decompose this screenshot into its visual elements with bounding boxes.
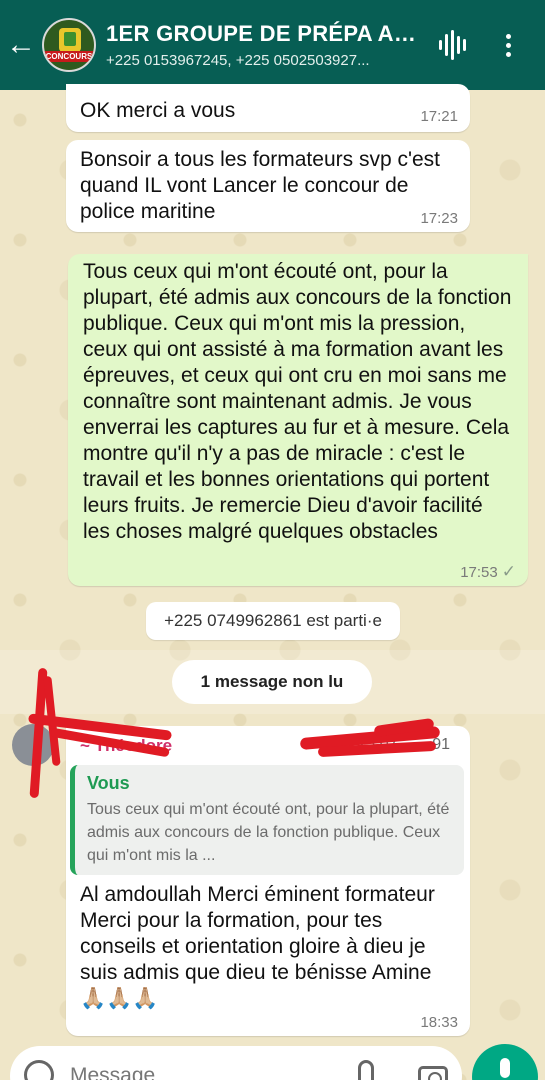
avatar-badge: CONCOURS: [44, 51, 94, 62]
message-input[interactable]: Message: [70, 1064, 155, 1080]
quote-author: Vous: [87, 773, 130, 793]
message-composer[interactable]: Message: [10, 1046, 462, 1080]
camera-icon[interactable]: [418, 1066, 448, 1080]
message-text: Bonsoir a tous les formateurs svp c'est …: [80, 148, 440, 223]
group-name: 1ER GROUPE DE PRÉPA AU...: [106, 21, 424, 46]
emoji-icon[interactable]: [24, 1060, 54, 1080]
quoted-message[interactable]: Vous Tous ceux qui m'ont écouté ont, pou…: [70, 765, 464, 875]
message-time: 17:23: [420, 210, 458, 227]
message-text: Tous ceux qui m'ont écouté ont, pour la …: [83, 260, 512, 543]
avatar-emblem-inner: [64, 32, 76, 46]
message-text: Al amdoullah Merci éminent formateur Mer…: [80, 883, 435, 1010]
message-time: 17:21: [420, 108, 458, 125]
sent-check-icon: ✓: [501, 562, 516, 581]
quote-text: Tous ceux qui m'ont écouté ont, pour la …: [87, 801, 450, 864]
system-notice: +225 0749962861 est parti·e: [146, 602, 400, 640]
message-bubble[interactable]: OK merci a vous 17:21: [66, 84, 470, 132]
outgoing-message-bubble[interactable]: Tous ceux qui m'ont écouté ont, pour la …: [68, 254, 528, 586]
paperclip-icon[interactable]: [358, 1060, 374, 1080]
message-time: 18:33: [420, 1014, 458, 1031]
message-time-value: 17:53: [460, 564, 498, 581]
group-members: +225 0153967245, +225 0502503927...: [106, 52, 370, 69]
arrow-left-icon[interactable]: ←: [0, 0, 42, 90]
message-text: OK merci a vous: [80, 99, 236, 122]
unread-banner: 1 message non lu: [172, 660, 372, 704]
group-info[interactable]: 1ER GROUPE DE PRÉPA AU... +225 015396724…: [106, 21, 424, 69]
message-bubble[interactable]: Bonsoir a tous les formateurs svp c'est …: [66, 140, 470, 232]
group-avatar[interactable]: CONCOURS: [42, 18, 96, 72]
audio-wave-icon[interactable]: [424, 0, 480, 90]
message-time: 17:53 ✓: [460, 562, 516, 582]
chat-header: ← CONCOURS 1ER GROUPE DE PRÉPA AU... +22…: [0, 0, 545, 90]
more-vert-icon[interactable]: [480, 0, 536, 90]
